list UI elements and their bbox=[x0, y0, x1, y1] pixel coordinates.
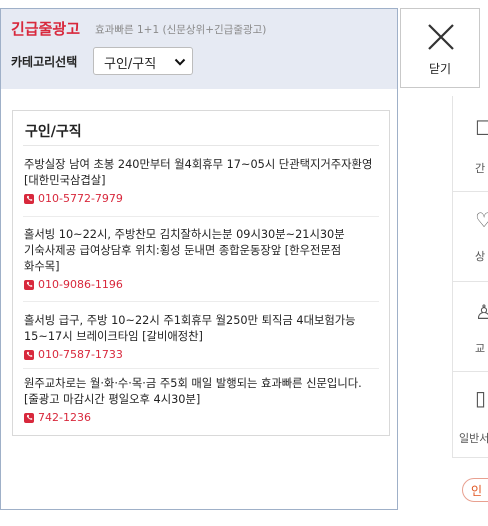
background-icon: ☐ bbox=[475, 116, 488, 140]
background-menu-item[interactable]: ♡ 상 bbox=[452, 192, 488, 282]
ad-phone-number: 010-7587-1733 bbox=[38, 348, 123, 361]
list-item[interactable]: 원주교차로는 월·화·수·목·금 주5회 매일 발행되는 효과빠른 신문입니다.… bbox=[24, 376, 380, 425]
ad-text: 원주교차로는 월·화·수·목·금 주5회 매일 발행되는 효과빠른 신문입니다.… bbox=[24, 377, 362, 406]
ad-phone[interactable]: 010-7587-1733 bbox=[24, 347, 380, 362]
divider bbox=[23, 368, 379, 369]
phone-icon bbox=[24, 279, 34, 290]
background-menu-item[interactable]: ☐ 간 bbox=[452, 96, 488, 192]
list-item[interactable]: 홀서빙 10~22시, 주방찬모 김치잘하시는분 09시30분~21시30분 기… bbox=[24, 227, 380, 292]
background-menu-label: 상 bbox=[475, 250, 486, 263]
ad-text: 홀서빙 10~22시, 주방찬모 김치잘하시는분 09시30분~21시30분 기… bbox=[24, 228, 345, 273]
heart-icon: ♡ bbox=[475, 208, 488, 232]
phone-icon bbox=[24, 412, 34, 423]
divider bbox=[23, 216, 379, 217]
divider bbox=[23, 301, 379, 302]
ad-phone[interactable]: 010-9086-1196 bbox=[24, 277, 380, 292]
ad-phone-number: 010-9086-1196 bbox=[38, 278, 123, 291]
ad-list-card: 구인/구직 주방실장 남여 초봉 240만부터 월4회휴무 17~05시 단관택… bbox=[12, 110, 390, 436]
background-menu-label: 교 bbox=[475, 342, 486, 355]
background-menu-item[interactable]: ▯ 일반서 bbox=[452, 372, 488, 458]
list-item[interactable]: 홀서빙 급구, 주방 10~22시 주1회휴무 월250만 퇴직금 4대보험가능… bbox=[24, 313, 380, 362]
background-menu-label: 일반서 bbox=[459, 432, 488, 445]
category-select-value: 구인/구직 bbox=[104, 57, 157, 72]
popup-subtitle: 효과빠른 1+1 (신문상위+긴급줄광고) bbox=[95, 24, 267, 36]
phone-icon bbox=[24, 349, 34, 360]
category-label: 카테고리선택 bbox=[11, 55, 78, 69]
popup-title: 긴급줄광고 bbox=[11, 20, 81, 38]
popup-header: 긴급줄광고 효과빠른 1+1 (신문상위+긴급줄광고) 카테고리선택 구인/구직 bbox=[1, 9, 397, 89]
close-button[interactable]: 닫기 bbox=[400, 8, 480, 88]
ad-phone[interactable]: 010-5772-7979 bbox=[24, 191, 380, 206]
background-menu-label: 간 bbox=[475, 162, 486, 175]
phone-icon bbox=[24, 193, 34, 204]
category-select[interactable]: 구인/구직 bbox=[93, 47, 193, 75]
divider bbox=[23, 145, 379, 146]
list-item[interactable]: 주방실장 남여 초봉 240만부터 월4회휴무 17~05시 단관택지거주자환영… bbox=[24, 157, 380, 206]
ad-phone-number: 010-5772-7979 bbox=[38, 192, 123, 205]
ad-phone-number: 742-1236 bbox=[38, 411, 91, 424]
background-pill[interactable]: 인 bbox=[462, 478, 488, 502]
close-button-label: 닫기 bbox=[428, 62, 452, 76]
ad-phone[interactable]: 742-1236 bbox=[24, 410, 380, 425]
section-title: 구인/구직 bbox=[25, 124, 82, 140]
ad-text: 주방실장 남여 초봉 240만부터 월4회휴무 17~05시 단관택지거주자환영… bbox=[24, 158, 373, 187]
urgent-ad-popup: 긴급줄광고 효과빠른 1+1 (신문상위+긴급줄광고) 카테고리선택 구인/구직… bbox=[0, 8, 398, 510]
ad-text: 홀서빙 급구, 주방 10~22시 주1회휴무 월250만 퇴직금 4대보험가능… bbox=[24, 314, 356, 343]
close-x-icon bbox=[428, 24, 454, 50]
background-icon: ♙ bbox=[475, 300, 488, 324]
background-menu-item[interactable]: ♙ 교 bbox=[452, 282, 488, 372]
chevron-down-icon bbox=[174, 58, 186, 66]
background-icon: ▯ bbox=[475, 386, 487, 410]
